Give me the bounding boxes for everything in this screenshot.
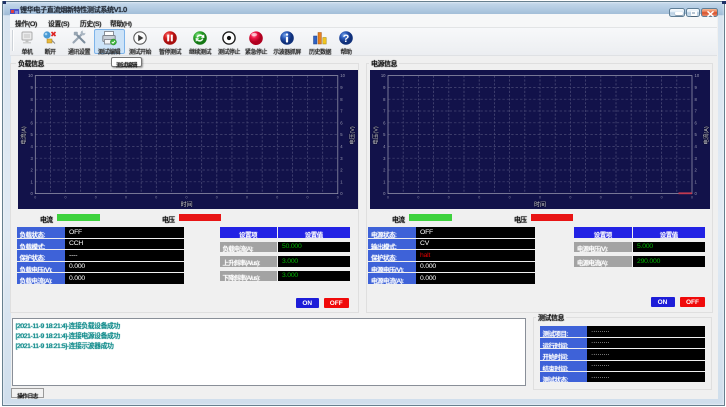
svg-text:10: 10 bbox=[380, 74, 385, 79]
svg-text:0: 0 bbox=[569, 196, 571, 200]
svg-text:0: 0 bbox=[691, 196, 693, 200]
svg-text:8: 8 bbox=[30, 97, 33, 102]
svg-text:电流(A): 电流(A) bbox=[702, 126, 710, 145]
svg-text:3: 3 bbox=[694, 156, 697, 161]
svg-text:3: 3 bbox=[340, 156, 343, 161]
svg-text:9: 9 bbox=[340, 85, 343, 90]
svg-text:0: 0 bbox=[630, 196, 632, 200]
svg-text:0: 0 bbox=[34, 196, 36, 200]
svg-text:1: 1 bbox=[30, 180, 33, 185]
svg-text:0: 0 bbox=[336, 196, 338, 200]
svg-text:0: 0 bbox=[215, 196, 217, 200]
svg-text:5: 5 bbox=[30, 133, 33, 138]
svg-text:0: 0 bbox=[417, 196, 419, 200]
svg-text:8: 8 bbox=[383, 97, 386, 102]
svg-text:0: 0 bbox=[508, 196, 510, 200]
svg-text:7: 7 bbox=[694, 109, 697, 114]
svg-text:9: 9 bbox=[694, 85, 697, 90]
svg-text:0: 0 bbox=[383, 192, 386, 197]
svg-text:电压(V): 电压(V) bbox=[371, 126, 379, 145]
svg-text:3: 3 bbox=[383, 156, 386, 161]
svg-text:0: 0 bbox=[185, 196, 187, 200]
svg-text:6: 6 bbox=[30, 121, 33, 126]
svg-text:0: 0 bbox=[30, 192, 33, 197]
svg-text:5: 5 bbox=[340, 133, 343, 138]
svg-text:2: 2 bbox=[383, 168, 386, 173]
svg-text:8: 8 bbox=[694, 97, 697, 102]
svg-text:0: 0 bbox=[276, 196, 278, 200]
svg-text:6: 6 bbox=[694, 121, 697, 126]
svg-text:4: 4 bbox=[694, 144, 697, 149]
svg-text:8: 8 bbox=[340, 97, 343, 102]
svg-text:4: 4 bbox=[383, 144, 386, 149]
svg-text:9: 9 bbox=[383, 85, 386, 90]
svg-text:0: 0 bbox=[539, 196, 541, 200]
svg-text:4: 4 bbox=[340, 144, 343, 149]
svg-text:?: ? bbox=[343, 33, 350, 45]
svg-text:1: 1 bbox=[340, 180, 343, 185]
svg-text:7: 7 bbox=[340, 109, 343, 114]
svg-text:0: 0 bbox=[694, 192, 697, 197]
svg-text:9: 9 bbox=[30, 85, 33, 90]
svg-text:0: 0 bbox=[64, 196, 66, 200]
svg-text:0: 0 bbox=[478, 196, 480, 200]
svg-text:2: 2 bbox=[694, 168, 697, 173]
svg-text:10: 10 bbox=[28, 74, 33, 79]
svg-text:时间: 时间 bbox=[180, 201, 192, 209]
svg-text:0: 0 bbox=[155, 196, 157, 200]
svg-text:时间: 时间 bbox=[533, 201, 545, 209]
svg-text:5: 5 bbox=[694, 133, 697, 138]
svg-text:5: 5 bbox=[383, 133, 386, 138]
svg-text:4: 4 bbox=[30, 144, 33, 149]
svg-text:6: 6 bbox=[340, 121, 343, 126]
svg-text:0: 0 bbox=[246, 196, 248, 200]
svg-text:电压(V): 电压(V) bbox=[347, 126, 355, 145]
svg-text:0: 0 bbox=[94, 196, 96, 200]
svg-text:0: 0 bbox=[447, 196, 449, 200]
svg-text:3: 3 bbox=[30, 156, 33, 161]
svg-text:0: 0 bbox=[340, 192, 343, 197]
svg-text:0: 0 bbox=[306, 196, 308, 200]
svg-text:10: 10 bbox=[694, 74, 699, 79]
svg-text:0: 0 bbox=[387, 196, 389, 200]
svg-text:1: 1 bbox=[694, 180, 697, 185]
svg-text:电流(A): 电流(A) bbox=[19, 126, 27, 145]
svg-text:7: 7 bbox=[383, 109, 386, 114]
svg-text:0: 0 bbox=[660, 196, 662, 200]
svg-text:10: 10 bbox=[340, 74, 345, 79]
svg-text:0: 0 bbox=[599, 196, 601, 200]
svg-text:7: 7 bbox=[30, 109, 33, 114]
svg-text:1: 1 bbox=[383, 180, 386, 185]
svg-text:2: 2 bbox=[30, 168, 33, 173]
svg-text:2: 2 bbox=[340, 168, 343, 173]
svg-text:6: 6 bbox=[383, 121, 386, 126]
svg-text:0: 0 bbox=[125, 196, 127, 200]
